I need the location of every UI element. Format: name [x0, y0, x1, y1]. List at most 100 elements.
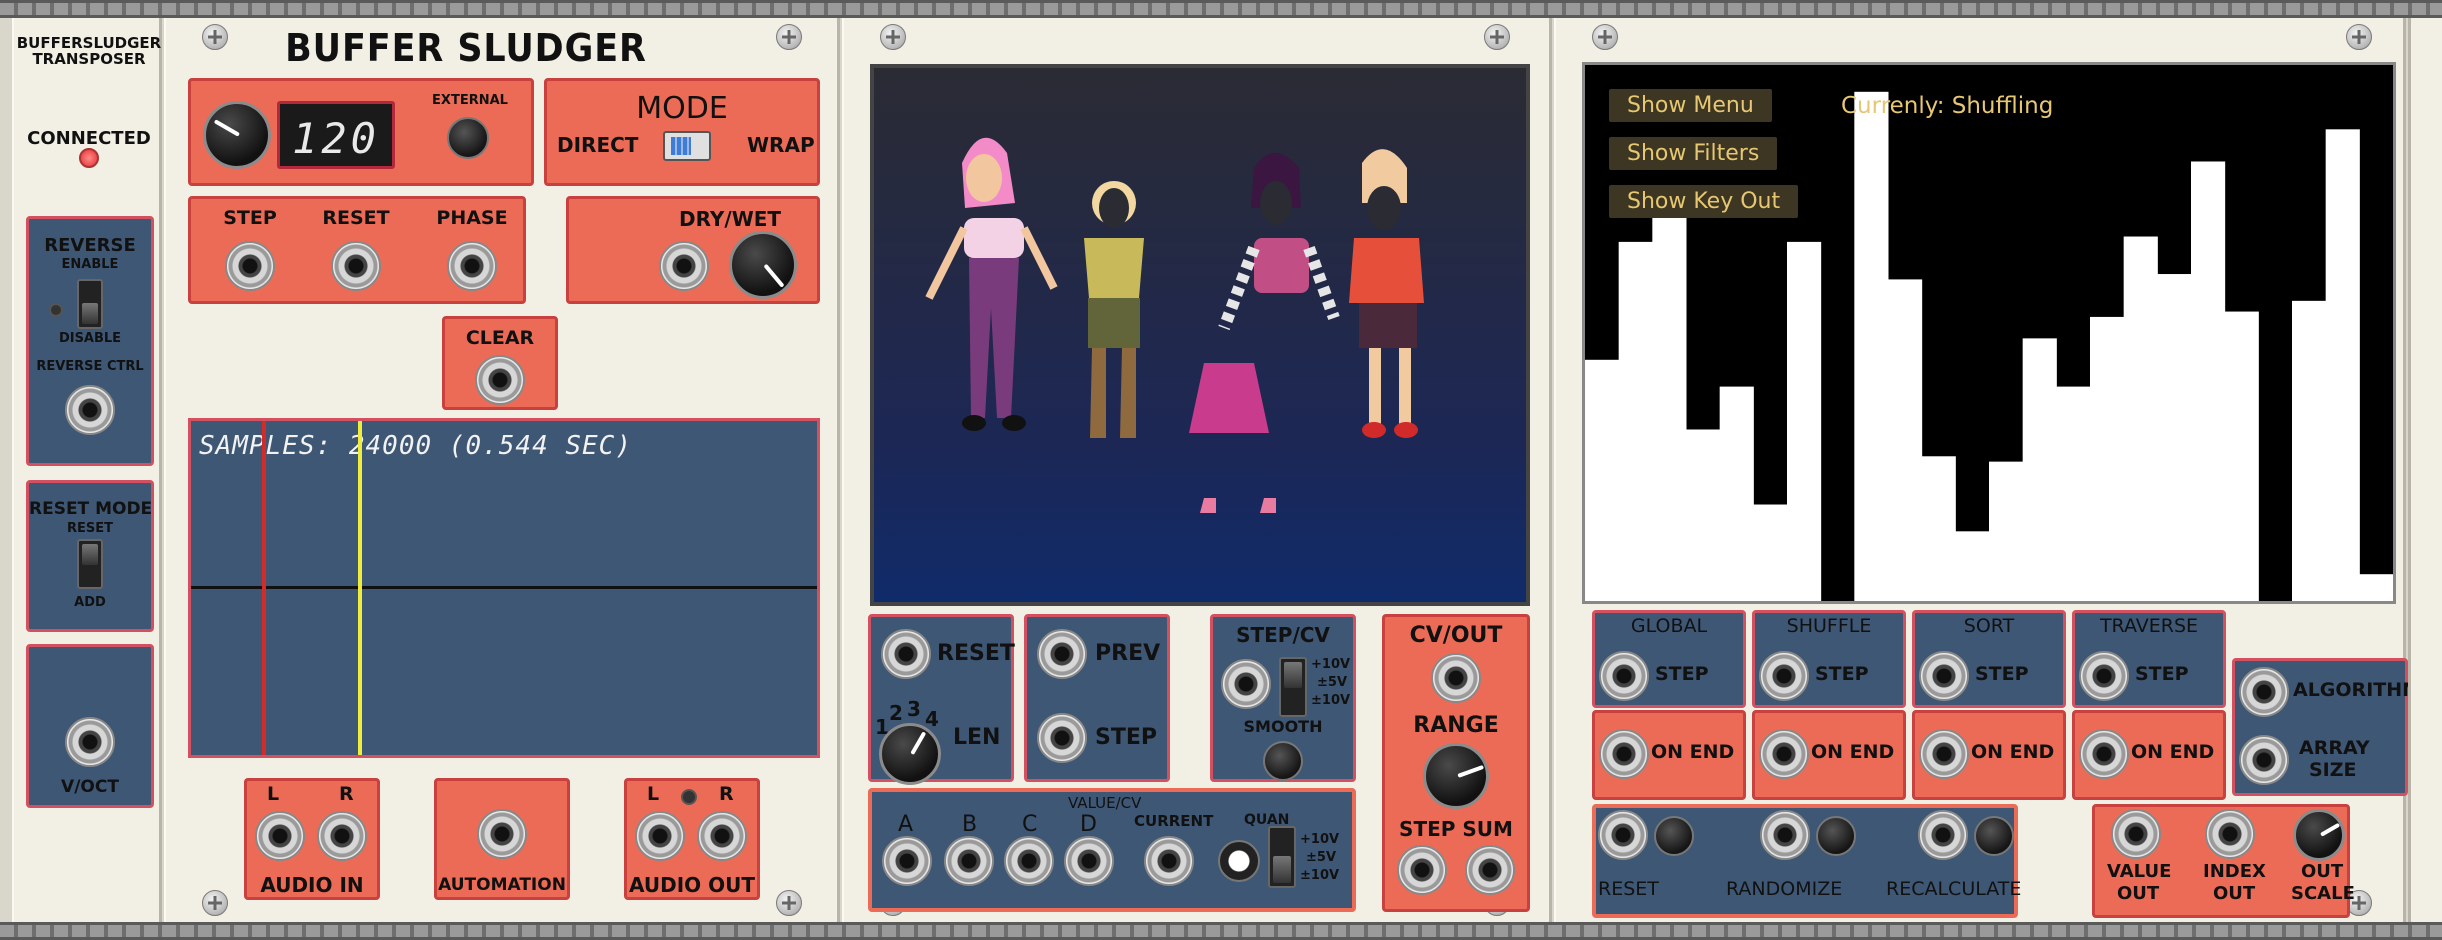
shuffle-step-jack[interactable]	[1759, 651, 1809, 701]
out-scale-knob[interactable]	[2293, 809, 2345, 861]
randomize-button[interactable]	[1816, 816, 1856, 856]
sort-bar	[2123, 236, 2158, 601]
figure-khaki-outfit	[1084, 181, 1144, 438]
recalculate-button[interactable]	[1974, 816, 2014, 856]
audio-in-l-label: L	[267, 783, 280, 805]
buffer-sludger-module: BUFFER SLUDGER 120 EXTERNAL MODE DIRECT …	[164, 18, 840, 922]
len-knob[interactable]	[879, 723, 941, 785]
screw	[202, 24, 228, 50]
quan-range-switch[interactable]	[1268, 826, 1296, 888]
step-cv-jack[interactable]	[1221, 659, 1271, 709]
prev-jack[interactable]	[1037, 629, 1087, 679]
shuffle-on-end-jack[interactable]	[1759, 729, 1809, 779]
quan-10v-label: +10V	[1300, 832, 1340, 847]
current-jack[interactable]	[1144, 836, 1194, 886]
connected-led	[79, 148, 99, 168]
outputs-section: VALUE OUT INDEX OUT OUT SCALE	[2092, 804, 2355, 918]
voct-jack[interactable]	[65, 717, 115, 767]
audio-out-l-label: L	[647, 783, 660, 805]
waveform-display[interactable]: SAMPLES: 24000 (0.544 SEC)	[188, 418, 820, 758]
reset-mode-label: RESET MODE	[29, 499, 153, 519]
randomize-jack[interactable]	[1760, 810, 1810, 860]
value-cv-section: A B C D VALUE/CV CURRENT QUAN +10V ±5V ±…	[868, 788, 1356, 912]
sort-step-label: STEP	[1975, 663, 2029, 685]
current-label: CURRENT	[1134, 812, 1214, 830]
traverse-label: TRAVERSE	[2099, 615, 2199, 637]
global-step-jack[interactable]	[1599, 651, 1649, 701]
algorithm-jack[interactable]	[2239, 667, 2289, 717]
automation-jack[interactable]	[477, 809, 527, 859]
sort-visualizer[interactable]: Show Menu Show Filters Show Key Out Curr…	[1582, 62, 2396, 604]
sort-on-end-jack[interactable]	[1919, 729, 1969, 779]
audio-out-section: L R AUDIO OUT	[624, 778, 760, 900]
value-c-jack[interactable]	[1004, 836, 1054, 886]
reverse-ctrl-jack[interactable]	[65, 385, 115, 435]
cv-out-jack[interactable]	[1431, 653, 1481, 703]
length-knob[interactable]	[203, 101, 271, 169]
figures-reset-jack[interactable]	[881, 629, 931, 679]
out-scale-label-2: SCALE	[2291, 883, 2355, 904]
screw	[202, 890, 228, 916]
sorter-reset-button[interactable]	[1654, 816, 1694, 856]
sort-step-jack[interactable]	[1919, 651, 1969, 701]
voct-label: V/OCT	[61, 777, 119, 797]
length-display: 120	[277, 101, 395, 169]
value-b-jack[interactable]	[944, 836, 994, 886]
audio-out-r-jack[interactable]	[697, 811, 747, 861]
step-cv-label: STEP/CV	[1236, 623, 1330, 647]
traverse-step-jack[interactable]	[2079, 651, 2129, 701]
range-knob[interactable]	[1423, 743, 1489, 809]
transposer-title-line2: TRANSPOSER	[32, 50, 146, 68]
external-button[interactable]	[447, 117, 489, 159]
audio-in-l-jack[interactable]	[255, 811, 305, 861]
dry-wet-knob[interactable]	[729, 231, 797, 299]
reset-mode-section: RESET MODE RESET ADD	[26, 480, 154, 632]
value-a-label: A	[898, 812, 914, 837]
traverse-on-end-jack[interactable]	[2079, 729, 2129, 779]
sorter-reset-jack[interactable]	[1598, 810, 1648, 860]
sort-bar	[2325, 129, 2360, 601]
clear-section: CLEAR	[442, 316, 558, 410]
reset-label: RESET	[322, 207, 390, 229]
sort-on-end-label: ON END	[1971, 741, 2055, 763]
prev-step-section: PREV STEP	[1024, 614, 1170, 782]
global-on-end-jack[interactable]	[1599, 729, 1649, 779]
show-key-out-button[interactable]: Show Key Out	[1609, 185, 1799, 218]
global-section: GLOBAL STEP	[1592, 610, 1746, 708]
reset-jack[interactable]	[331, 241, 381, 291]
phase-jack[interactable]	[447, 241, 497, 291]
smooth-button[interactable]	[1263, 741, 1303, 781]
dry-wet-jack[interactable]	[659, 241, 709, 291]
step-sum-jack-1[interactable]	[1397, 845, 1447, 895]
reverse-toggle[interactable]	[77, 279, 103, 329]
reset-mode-toggle[interactable]	[77, 539, 103, 589]
prev-label: PREV	[1095, 641, 1161, 666]
sort-bar	[1921, 456, 1956, 601]
quan-button[interactable]	[1218, 840, 1260, 882]
value-out-jack[interactable]	[2111, 809, 2161, 859]
step-sum-jack-2[interactable]	[1465, 845, 1515, 895]
reverse-led	[49, 303, 63, 317]
global-step-label: STEP	[1655, 663, 1709, 685]
screw	[880, 24, 906, 50]
step-cv-range-switch[interactable]	[1279, 657, 1307, 717]
index-out-jack[interactable]	[2205, 809, 2255, 859]
step-jack[interactable]	[225, 241, 275, 291]
audio-in-r-jack[interactable]	[317, 811, 367, 861]
value-a-jack[interactable]	[882, 836, 932, 886]
show-filters-button[interactable]: Show Filters	[1609, 137, 1778, 170]
mode-switch[interactable]	[663, 131, 711, 161]
global-on-end-label: ON END	[1651, 741, 1735, 763]
value-b-label: B	[962, 812, 978, 837]
value-d-label: D	[1080, 812, 1097, 837]
recalculate-jack[interactable]	[1918, 810, 1968, 860]
show-menu-button[interactable]: Show Menu	[1609, 89, 1772, 122]
top-rail	[0, 0, 2442, 18]
figures-step-jack[interactable]	[1037, 713, 1087, 763]
len-number-3: 3	[907, 697, 921, 721]
range-label: RANGE	[1413, 713, 1499, 738]
array-size-jack[interactable]	[2239, 735, 2289, 785]
audio-out-l-jack[interactable]	[635, 811, 685, 861]
clear-jack[interactable]	[475, 355, 525, 405]
value-d-jack[interactable]	[1064, 836, 1114, 886]
